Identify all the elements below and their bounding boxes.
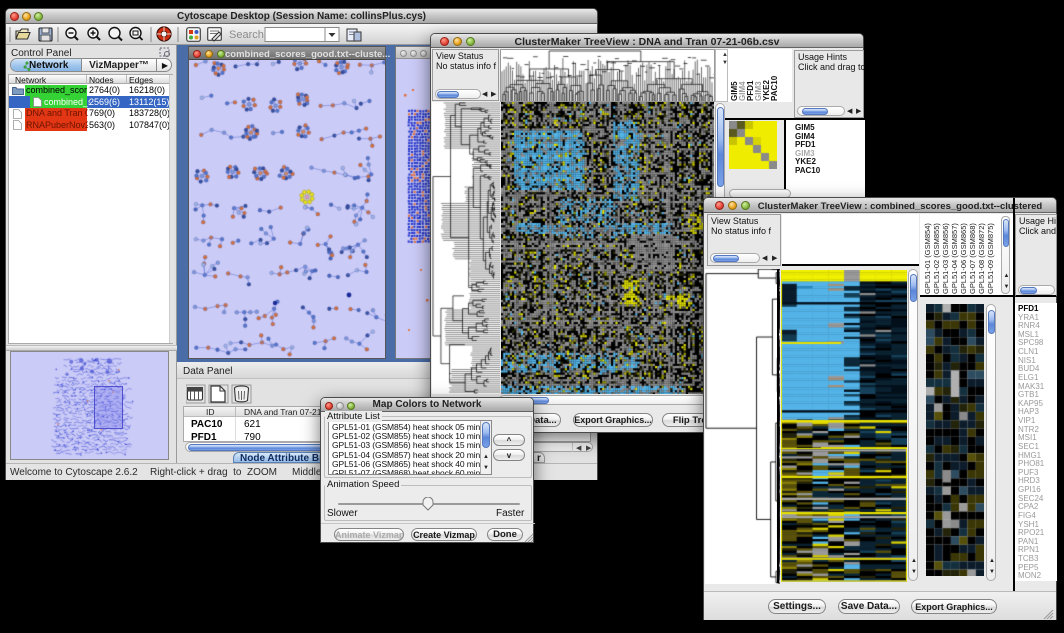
svg-text:GPL51-04 (GSM857): GPL51-04 (GSM857) <box>950 223 959 294</box>
svg-text:GPL51-03 (GSM856): GPL51-03 (GSM856) <box>941 223 950 294</box>
svg-text:GPL51-08 (GSM872): GPL51-08 (GSM872) <box>977 223 986 294</box>
svg-text:GPL51-02 (GSM855): GPL51-02 (GSM855) <box>932 223 941 294</box>
svg-text:GPL51-07 (GSM868): GPL51-07 (GSM868) <box>968 223 977 294</box>
svg-text:GPL51-06 (GSM865): GPL51-06 (GSM865) <box>959 223 968 294</box>
svg-text:Search:: Search: <box>229 29 267 41</box>
svg-text:PAC10: PAC10 <box>770 75 779 101</box>
svg-text:GPL51-09 (GSM875): GPL51-09 (GSM875) <box>986 223 995 294</box>
svg-text:GPL51-01 (GSM854): GPL51-01 (GSM854) <box>923 223 932 294</box>
